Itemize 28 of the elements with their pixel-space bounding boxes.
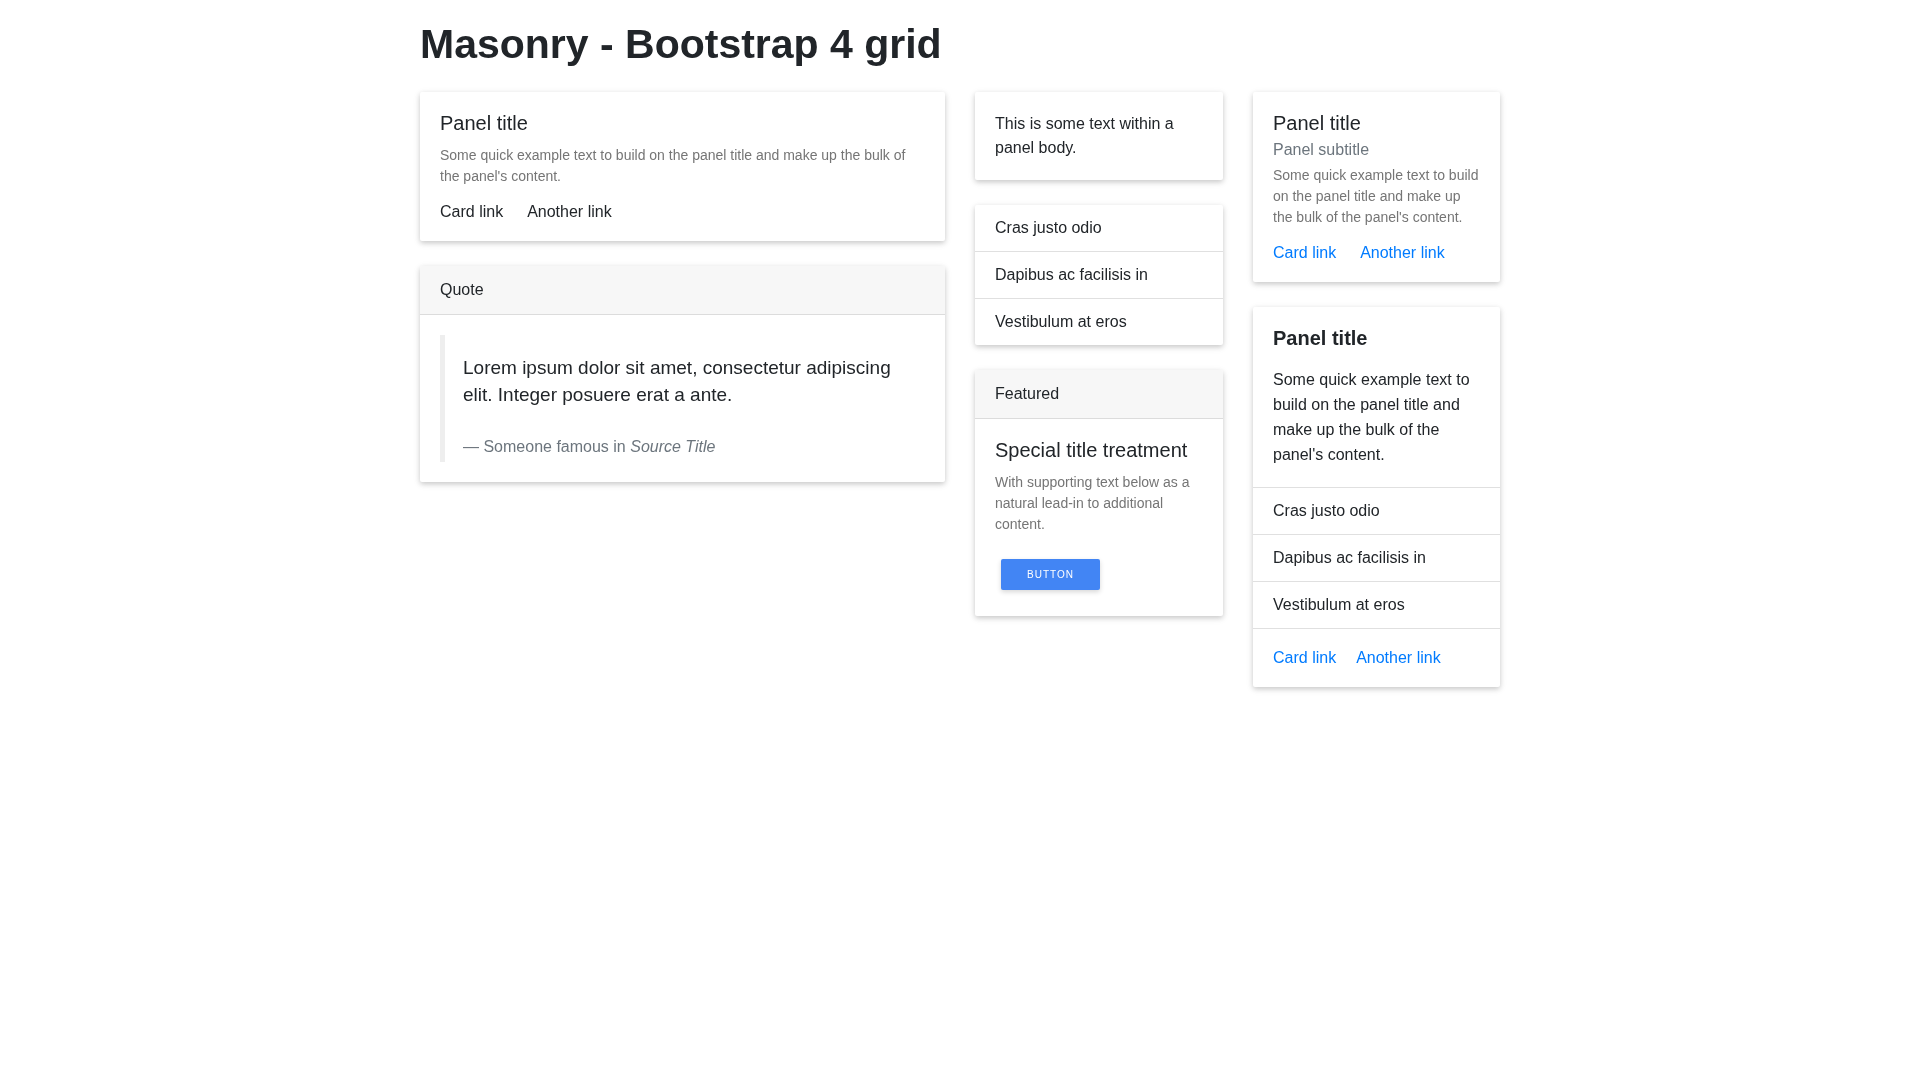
list-item: Dapibus ac facilisis in: [1253, 534, 1500, 582]
list-item: Dapibus ac facilisis in: [975, 252, 1223, 300]
panel-title: Panel title: [1273, 327, 1369, 351]
panel-title: Panel title: [1273, 112, 1362, 136]
panel-text: Some quick example text to build on the panel title and make up the bulk of the panel's content.: [1273, 166, 1480, 228]
panel-text: With supporting text below as a natural lead-in to additional content.: [995, 473, 1191, 535]
panel-subtitle: Panel subtitle: [1273, 141, 1371, 160]
panel-text: Some quick example text to build on the panel title and make up the bulk of the panel's content.: [440, 146, 907, 187]
panel-title: Special title treatment: [995, 439, 1189, 463]
page-title: Masonry - Bootstrap 4 grid: [420, 20, 943, 69]
list-item: Vestibulum at eros: [994, 312, 1128, 333]
primary-button[interactable]: BUTTON: [1001, 559, 1100, 591]
list-item: Cras justo odio: [975, 205, 1223, 253]
card-link[interactable]: Card link: [1273, 244, 1337, 263]
quote-text: Lorem ipsum dolor sit amet, consectetur adipiscing elit. Integer posuere erat a ante.: [463, 356, 892, 407]
list-item: Vestibulum at eros: [1253, 581, 1500, 629]
panel-header: Featured: [975, 370, 1223, 420]
panel-header: Quote: [420, 266, 945, 316]
panel-text: This is some text within a panel body.: [995, 114, 1175, 159]
card-link[interactable]: Another link: [1356, 649, 1441, 668]
card-link[interactable]: Another link: [1360, 244, 1445, 263]
panel-title: Panel title: [440, 112, 529, 136]
card-link[interactable]: Card link: [1273, 649, 1337, 668]
quote-source: — Someone famous in Source Title: [463, 438, 717, 458]
list-item: Cras justo odio: [1253, 487, 1500, 535]
card-link[interactable]: Another link: [527, 203, 612, 222]
panel-text: Some quick example text to build on the panel title and make up the bulk of the panel's content.: [1273, 370, 1471, 465]
card-link[interactable]: Card link: [440, 203, 504, 222]
